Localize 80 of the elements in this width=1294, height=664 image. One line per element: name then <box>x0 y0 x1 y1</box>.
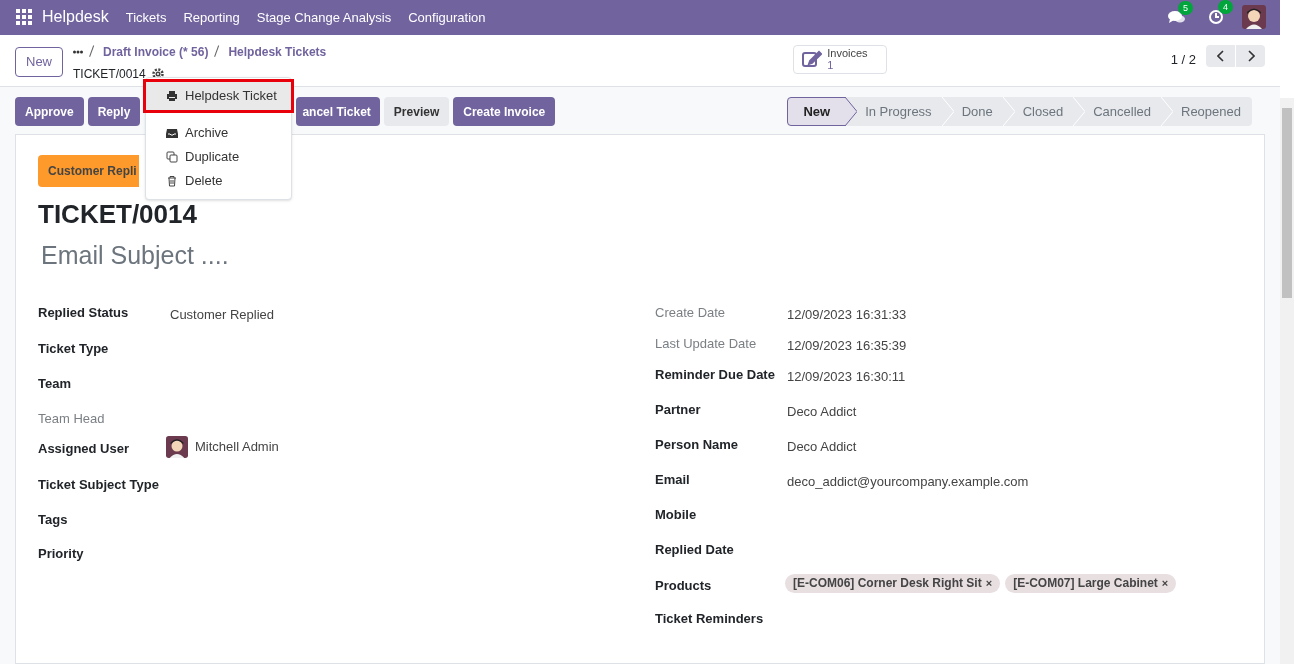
action-button[interactable]: ancel Ticket <box>296 97 380 126</box>
menu-item[interactable]: Duplicate <box>146 145 291 169</box>
stage-tab[interactable]: Closed <box>1003 97 1075 126</box>
nav-menu-item[interactable]: Reporting <box>183 7 240 28</box>
previous-button[interactable] <box>1206 44 1235 67</box>
field-label: Mobile <box>655 505 698 524</box>
action-button[interactable]: Approve <box>15 97 84 126</box>
chevron-left-icon <box>1216 49 1225 62</box>
trash-icon <box>166 175 178 187</box>
field-value: 12/09/2023 16:35:39 <box>787 336 907 355</box>
field-label: Replied Date <box>655 540 735 559</box>
field-label: Ticket Subject Type <box>38 475 160 494</box>
field-value: Deco Addict <box>787 402 857 421</box>
chevron-right-icon <box>1246 49 1255 62</box>
field-label: Last Update Date <box>655 334 758 353</box>
action-button[interactable]: Create Invoice <box>453 97 556 126</box>
field-label: Reminder Due Date <box>655 365 776 384</box>
field-label: Team <box>38 374 72 393</box>
printer-icon <box>166 90 178 102</box>
clock-icon <box>1208 9 1224 26</box>
field-value: Deco Addict <box>787 437 857 456</box>
action-button[interactable]: Reply <box>87 97 141 126</box>
field-label: Team Head <box>38 409 106 428</box>
field-label: Create Date <box>655 303 727 322</box>
stage-tab[interactable]: Cancelled <box>1074 97 1162 126</box>
field-value: 12/09/2023 16:31:33 <box>787 305 907 324</box>
breadcrumb-link[interactable]: Draft Invoice (* 56) <box>103 42 209 61</box>
chevron-divider-icon <box>1073 97 1086 126</box>
field-label: Products <box>655 576 713 595</box>
field-label: Partner <box>655 400 702 419</box>
chevron-divider-icon <box>1002 97 1015 126</box>
invoices-smart-button[interactable]: Invoices 1 <box>793 44 888 74</box>
menu-item[interactable]: Archive <box>146 121 291 145</box>
field-value: 12/09/2023 16:30:11 <box>787 367 906 386</box>
field-label: Tags <box>38 510 69 529</box>
tag-label: [E-COM07] Large Cabinet <box>1013 575 1158 592</box>
chevron-divider-icon <box>941 97 954 126</box>
edit-icon <box>802 50 823 69</box>
action-button[interactable]: Preview <box>383 97 450 126</box>
menu-item[interactable]: Helpdesk Ticket <box>146 82 291 110</box>
user-avatar-icon <box>1242 5 1266 30</box>
pager-value: 1 / 2 <box>1170 50 1196 69</box>
tag-label: [E-COM06] Corner Desk Right Sit <box>793 575 982 592</box>
field-label: Person Name <box>655 435 740 454</box>
chat-icon <box>1168 10 1186 25</box>
stage-tab[interactable]: Done <box>942 97 1004 126</box>
ticket-title: TICKET/0014 <box>38 199 198 229</box>
nav-menu-item[interactable]: Configuration <box>408 7 486 28</box>
field-label: Assigned User <box>38 439 131 458</box>
field-value[interactable]: Mitchell Admin <box>195 436 279 457</box>
record-name: TICKET/0014 <box>73 65 146 83</box>
remove-tag-button[interactable]: × <box>985 574 993 592</box>
copy-icon <box>166 151 178 163</box>
scrollbar[interactable] <box>1280 98 1294 664</box>
field-label: Ticket Type <box>38 339 110 358</box>
field-label: Replied Status <box>38 303 130 322</box>
apps-menu-icon <box>16 9 32 26</box>
remove-tag-button[interactable]: × <box>1161 574 1169 592</box>
more-icon <box>73 49 83 54</box>
subject-input[interactable]: Email Subject .... <box>41 237 641 275</box>
stage-tab[interactable]: Reopened <box>1162 97 1252 126</box>
app-name[interactable]: Helpdesk <box>42 5 109 30</box>
field-label: Priority <box>38 544 85 563</box>
field-value: Customer Replied <box>170 305 275 324</box>
status-ribbon: Customer Repli <box>38 155 139 187</box>
message-count: 5 <box>1178 1 1193 16</box>
new-button[interactable]: New <box>15 46 63 77</box>
chevron-divider-icon <box>1161 97 1173 126</box>
stage-tab[interactable]: In Progress <box>846 97 943 126</box>
activity-count: 4 <box>1218 0 1233 15</box>
archive-icon <box>166 127 178 139</box>
nav-menu-item[interactable]: Tickets <box>125 7 167 28</box>
breadcrumb-link[interactable]: Helpdesk Tickets <box>228 42 327 61</box>
field-value: deco_addict@yourcompany.example.com <box>787 472 1029 491</box>
next-button[interactable] <box>1236 44 1265 67</box>
field-label: Email <box>655 470 691 489</box>
field-label: Ticket Reminders <box>655 609 765 628</box>
menu-item[interactable]: Delete <box>146 169 291 193</box>
user-avatar-icon <box>166 435 188 458</box>
nav-menu-item[interactable]: Stage Change Analysis <box>256 7 392 28</box>
